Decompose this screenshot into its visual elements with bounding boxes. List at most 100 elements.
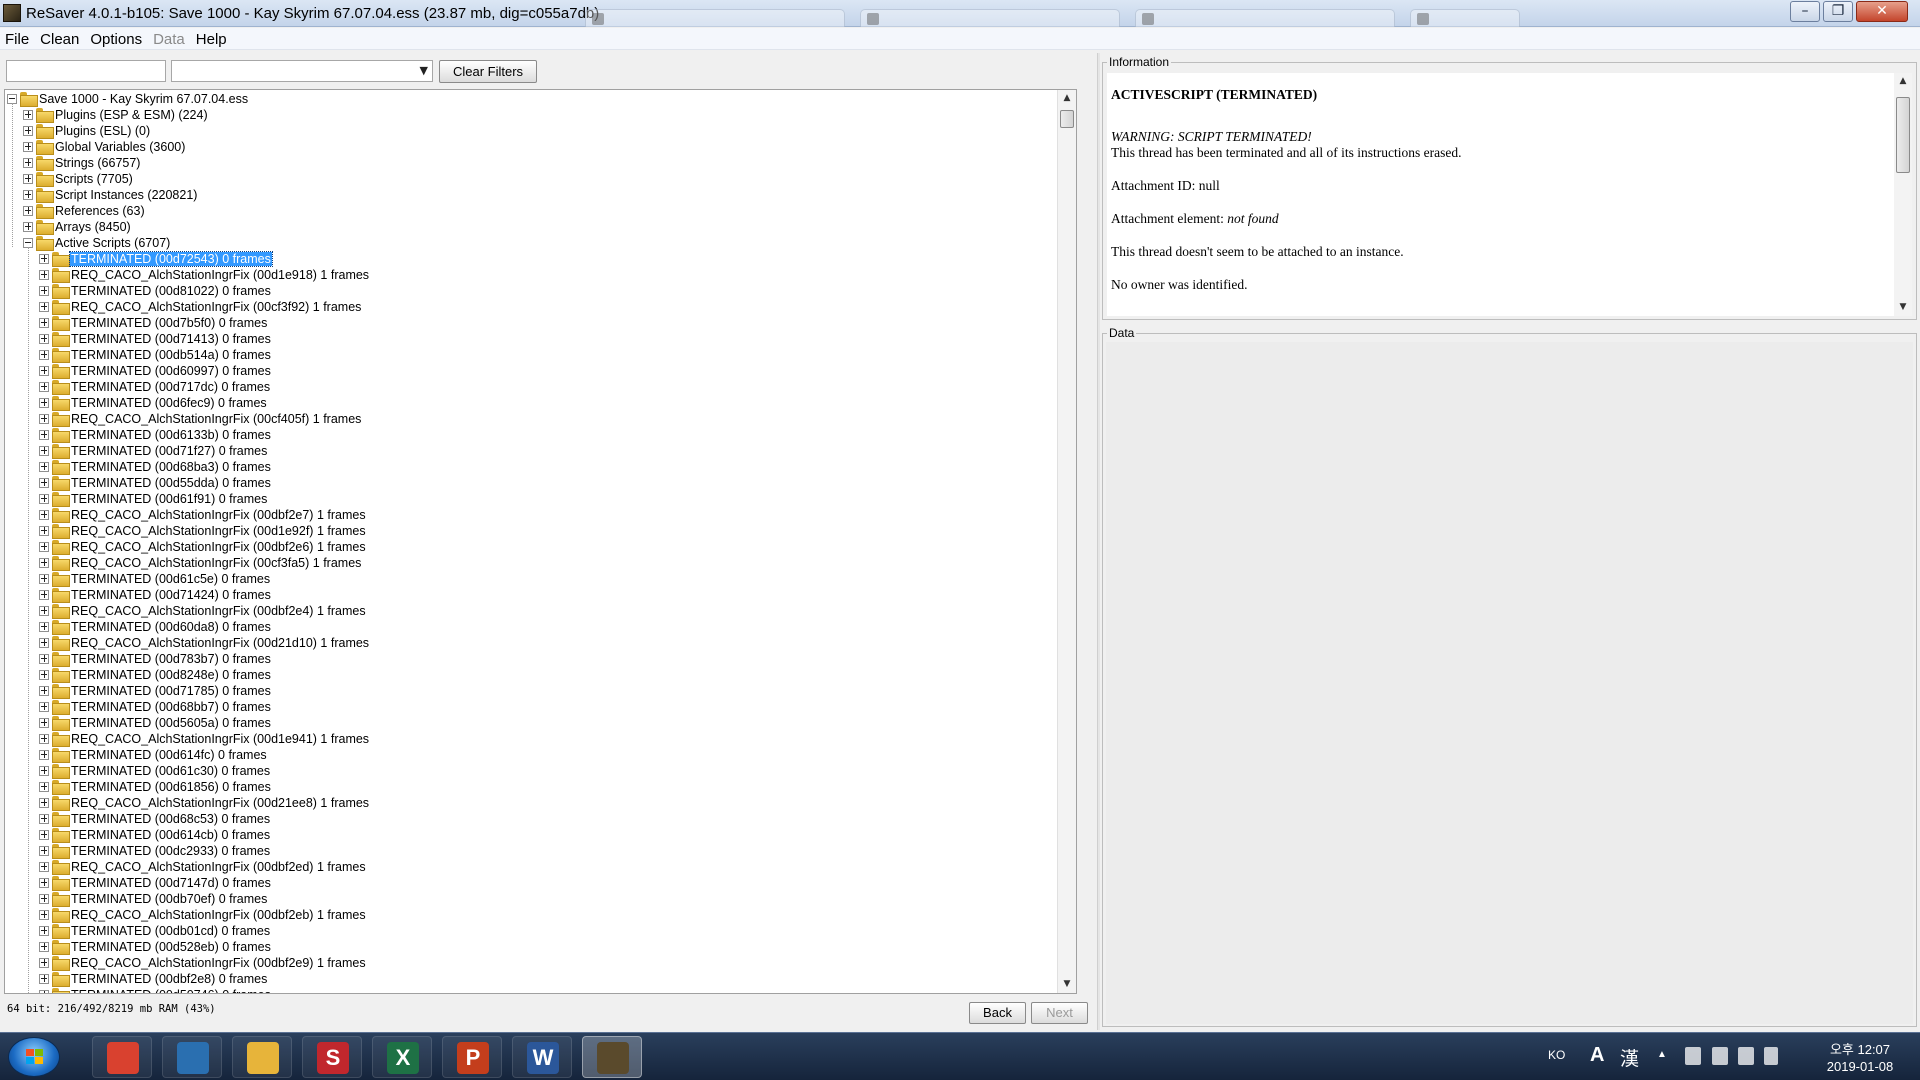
expand-icon[interactable] [23, 126, 33, 136]
menu-file[interactable]: File [0, 28, 35, 48]
expand-icon[interactable] [39, 302, 49, 312]
taskbar-app[interactable] [582, 1036, 642, 1078]
expand-icon[interactable] [39, 702, 49, 712]
minimize-button[interactable]: – [1790, 1, 1820, 22]
clock-date[interactable]: 2019-01-08 [1812, 1059, 1908, 1074]
menu-help[interactable]: Help [191, 28, 233, 48]
expand-icon[interactable] [39, 366, 49, 376]
scroll-up-arrow-icon[interactable]: ▲ [1894, 73, 1912, 90]
expand-icon[interactable] [39, 942, 49, 952]
expand-icon[interactable] [39, 318, 49, 328]
expand-icon[interactable] [39, 430, 49, 440]
expand-icon[interactable] [39, 574, 49, 584]
clock-time[interactable]: 오후 12:07 [1818, 1039, 1902, 1058]
menu-clean[interactable]: Clean [35, 28, 85, 48]
expand-icon[interactable] [23, 110, 33, 120]
scrollbar-thumb[interactable] [1896, 97, 1910, 173]
panel-splitter[interactable] [1097, 53, 1100, 1030]
expand-icon[interactable] [39, 798, 49, 808]
expand-icon[interactable] [39, 382, 49, 392]
expand-icon[interactable] [39, 510, 49, 520]
expand-icon[interactable] [39, 286, 49, 296]
battery-icon[interactable] [1712, 1047, 1728, 1065]
scroll-up-arrow-icon[interactable]: ▲ [1058, 90, 1076, 107]
tray-app-icon[interactable] [1685, 1047, 1701, 1065]
filter-text-input[interactable] [6, 60, 166, 82]
expand-icon[interactable] [23, 190, 33, 200]
language-indicator[interactable]: KO [1548, 1048, 1565, 1062]
taskbar-app[interactable]: S [302, 1036, 362, 1078]
expand-icon[interactable] [39, 414, 49, 424]
expand-icon[interactable] [39, 846, 49, 856]
tree-scrollbar[interactable]: ▲ ▼ [1057, 90, 1076, 993]
expand-icon[interactable] [39, 558, 49, 568]
taskbar-app[interactable]: P [442, 1036, 502, 1078]
expand-icon[interactable] [39, 958, 49, 968]
expand-icon[interactable] [39, 542, 49, 552]
expand-icon[interactable] [39, 670, 49, 680]
expand-icon[interactable] [39, 398, 49, 408]
expand-icon[interactable] [39, 974, 49, 984]
expand-icon[interactable] [39, 494, 49, 504]
expand-icon[interactable] [39, 862, 49, 872]
expand-icon[interactable] [39, 654, 49, 664]
expand-icon[interactable] [39, 814, 49, 824]
expand-icon[interactable] [39, 478, 49, 488]
expand-icon[interactable] [39, 718, 49, 728]
scroll-down-arrow-icon[interactable]: ▼ [1894, 299, 1912, 316]
close-button[interactable]: ✕ [1856, 1, 1908, 22]
filter-combo-box[interactable]: ▼ [171, 60, 433, 82]
expand-icon[interactable] [39, 782, 49, 792]
save-tree[interactable]: Save 1000 - Kay Skyrim 67.07.04.ess Plugi… [4, 89, 1077, 994]
clear-filters-button[interactable]: Clear Filters [439, 60, 537, 83]
expand-icon[interactable] [39, 590, 49, 600]
expand-icon[interactable] [39, 462, 49, 472]
taskbar-app[interactable]: W [512, 1036, 572, 1078]
start-button[interactable] [8, 1037, 60, 1077]
expand-icon[interactable] [39, 622, 49, 632]
expand-icon[interactable] [39, 638, 49, 648]
expand-icon[interactable] [39, 910, 49, 920]
expand-icon[interactable] [39, 606, 49, 616]
scrollbar-thumb[interactable] [1060, 110, 1074, 128]
expand-icon[interactable] [39, 446, 49, 456]
menu-options[interactable]: Options [85, 28, 148, 48]
info-scrollbar[interactable]: ▲ ▼ [1894, 73, 1912, 316]
expand-icon[interactable] [39, 350, 49, 360]
expand-icon[interactable] [39, 734, 49, 744]
maximize-button[interactable]: ❐ [1823, 1, 1853, 22]
folder-icon [52, 748, 70, 763]
expand-icon[interactable] [23, 206, 33, 216]
expand-icon[interactable] [39, 254, 49, 264]
taskbar-app[interactable] [232, 1036, 292, 1078]
show-hidden-icons-icon[interactable]: ▲ [1657, 1049, 1667, 1060]
back-button[interactable]: Back [969, 1002, 1026, 1024]
menu-data[interactable]: Data [148, 28, 191, 48]
flag-icon[interactable] [1738, 1047, 1754, 1065]
taskbar-app[interactable] [162, 1036, 222, 1078]
folder-icon [52, 780, 70, 795]
expand-icon[interactable] [39, 334, 49, 344]
taskbar-app[interactable] [92, 1036, 152, 1078]
expand-icon[interactable] [23, 158, 33, 168]
expand-icon[interactable] [23, 174, 33, 184]
expand-icon[interactable] [39, 526, 49, 536]
scroll-down-arrow-icon[interactable]: ▼ [1058, 976, 1076, 993]
expand-icon[interactable] [39, 990, 49, 993]
expand-icon[interactable] [39, 878, 49, 888]
expand-icon[interactable] [39, 686, 49, 696]
expand-icon[interactable] [39, 926, 49, 936]
ime-hanja[interactable]: 漢 [1620, 1044, 1639, 1071]
dropdown-arrow-icon[interactable]: ▼ [420, 64, 428, 77]
expand-icon[interactable] [39, 750, 49, 760]
ime-mode-a[interactable]: A [1590, 1044, 1604, 1067]
expand-icon[interactable] [39, 894, 49, 904]
expand-icon[interactable] [39, 270, 49, 280]
signal-icon[interactable] [1764, 1047, 1778, 1065]
expand-icon[interactable] [39, 766, 49, 776]
expand-icon[interactable] [23, 142, 33, 152]
expand-icon[interactable] [23, 222, 33, 232]
next-button[interactable]: Next [1031, 1002, 1088, 1024]
taskbar-app[interactable]: X [372, 1036, 432, 1078]
expand-icon[interactable] [39, 830, 49, 840]
